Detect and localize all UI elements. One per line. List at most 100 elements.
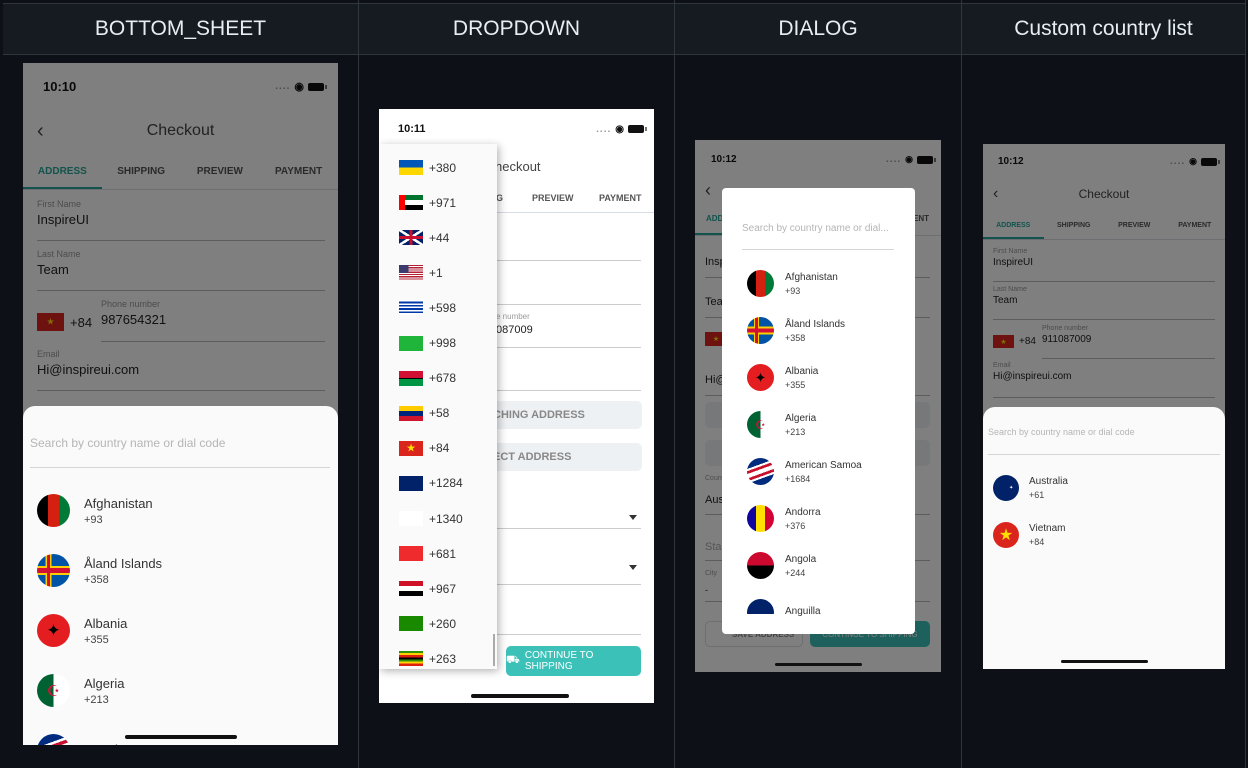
- dropdown-scrollbar[interactable]: [493, 634, 495, 666]
- country-name: Vietnam: [1029, 523, 1066, 534]
- country-list-item[interactable]: Angola +244: [722, 552, 915, 579]
- tab-shipping[interactable]: G: [496, 193, 503, 203]
- tab-payment[interactable]: PAYMENT: [599, 193, 642, 203]
- city-field[interactable]: [496, 595, 641, 635]
- tab-preview[interactable]: PREVIEW: [532, 193, 574, 203]
- country-name: Afghanistan: [785, 271, 838, 283]
- phone-bottom-sheet: 10:10 ....◉ ‹ Checkout ADDRESS SHIPPING …: [23, 63, 338, 745]
- country-dial-code: +376: [785, 520, 806, 531]
- angola-flag-icon: [747, 552, 774, 579]
- dial-code-menu-item[interactable]: +380: [379, 150, 497, 185]
- country-dial-code: +355: [84, 633, 109, 646]
- american-samoa-flag-icon: [747, 458, 774, 485]
- home-indicator: [1061, 660, 1148, 663]
- ukraine-flag-icon: [399, 160, 423, 175]
- country-name: Åland Islands: [84, 555, 163, 571]
- country-name: American Samoa: [84, 742, 184, 746]
- phone-dropdown: 10:11 .... ◉ heckout G PREVIEW PAYMENT e …: [379, 109, 654, 703]
- country-list-item[interactable]: ☪ Algeria +213: [722, 411, 915, 438]
- page-title: heckout: [495, 159, 541, 174]
- country-dial-code: +61: [1029, 490, 1045, 500]
- dial-code-menu-item[interactable]: ★ +84: [379, 431, 497, 466]
- country-list-item[interactable]: ✦ Albania +355: [23, 614, 338, 647]
- country-name: Åland Islands: [785, 318, 846, 330]
- signal-icon: ....: [596, 123, 612, 135]
- dial-code-menu-item[interactable]: +998: [379, 326, 497, 361]
- column-title: DROPDOWN: [359, 3, 674, 55]
- afghanistan-flag-icon: [37, 494, 70, 527]
- column-title: DIALOG: [675, 3, 961, 55]
- dial-code-menu-item[interactable]: +263: [379, 641, 497, 669]
- country-dial-code: +244: [785, 567, 806, 578]
- country-list-item[interactable]: Afghanistan +93: [23, 494, 338, 527]
- country-list-item[interactable]: ✦ Australia +61: [983, 475, 1225, 501]
- dial-code: +44: [429, 230, 450, 245]
- dial-code: +263: [429, 651, 457, 666]
- column-title: BOTTOM_SHEET: [3, 3, 358, 55]
- country-search-input[interactable]: Search by country name or dial...: [742, 223, 894, 250]
- country-dial-code: +355: [785, 379, 806, 390]
- dial-code-menu-item[interactable]: +1340: [379, 501, 497, 536]
- country-list-item[interactable]: Afghanistan +93: [722, 270, 915, 297]
- country-list-item[interactable]: ✦ Albania +355: [722, 364, 915, 391]
- dial-code-menu-item[interactable]: +58: [379, 396, 497, 431]
- country-search-input[interactable]: Search by country name or dial code: [988, 427, 1220, 455]
- uae-flag-icon: [399, 195, 423, 211]
- australia-flag-icon: ✦: [993, 475, 1019, 501]
- dial-code-menu-item[interactable]: +967: [379, 571, 497, 606]
- home-indicator: [125, 735, 237, 739]
- country-name: Angola: [785, 553, 817, 565]
- home-indicator: [471, 694, 569, 698]
- country-list-item[interactable]: ☪ Algeria +213: [23, 674, 338, 707]
- country-list-item[interactable]: Åland Islands +358: [23, 554, 338, 587]
- vanuatu-flag-icon: [399, 370, 423, 386]
- country-search-input[interactable]: Search by country name or dial code: [30, 436, 330, 468]
- country-list-item[interactable]: ★ Vietnam +84: [983, 522, 1225, 548]
- anguilla-flag-icon: [747, 599, 774, 626]
- dial-code-menu-item[interactable]: +1: [379, 255, 497, 290]
- country-dial-code: +84: [1029, 537, 1045, 547]
- dial-code-menu-item[interactable]: +260: [379, 606, 497, 641]
- wifi-icon: ◉: [615, 123, 624, 135]
- country-list-item[interactable]: Andorra +376: [722, 505, 915, 532]
- aland-islands-flag-icon: [747, 317, 774, 344]
- search-address-button[interactable]: CHING ADDRESS: [489, 401, 642, 429]
- usa-flag-icon: [399, 265, 423, 281]
- phone-field[interactable]: e number 087009: [496, 312, 641, 348]
- column-custom-country-list: Custom country list 10:12 ....◉ ‹ Checko…: [962, 0, 1246, 768]
- dial-code: +1: [429, 265, 443, 280]
- dial-code-menu-item[interactable]: +678: [379, 361, 497, 396]
- country-name: Anguilla: [785, 605, 821, 617]
- country-name: Albania: [84, 615, 128, 631]
- first-name-field[interactable]: [496, 229, 641, 261]
- dial-code-menu-item[interactable]: +44: [379, 220, 497, 255]
- dial-code: +380: [429, 160, 457, 175]
- uruguay-flag-icon: [399, 300, 423, 316]
- country-list-item[interactable]: Anguilla: [722, 599, 915, 626]
- dial-code-menu-item[interactable]: +1284: [379, 466, 497, 501]
- continue-to-shipping-button[interactable]: ⛟ CONTINUE TO SHIPPING: [506, 646, 641, 676]
- country-name: American Samoa: [785, 459, 862, 471]
- country-name: Algeria: [785, 412, 817, 424]
- andorra-flag-icon: [747, 505, 774, 532]
- country-dial-code: +93: [785, 285, 801, 296]
- dial-code: +1284: [429, 476, 463, 491]
- country-dial-code: +358: [84, 573, 109, 586]
- dial-code-menu-item[interactable]: +598: [379, 290, 497, 325]
- dial-code: +967: [429, 581, 457, 596]
- country-picker-dialog: Search by country name or dial... Afghan…: [722, 188, 915, 634]
- uk-flag-icon: [399, 230, 423, 246]
- home-indicator: [775, 663, 862, 666]
- country-list-item[interactable]: American Samoa +1684: [722, 458, 915, 485]
- country-field[interactable]: [496, 489, 641, 529]
- vietnam-flag-icon: ★: [399, 440, 423, 456]
- zimbabwe-flag-icon: [399, 651, 423, 667]
- email-field[interactable]: [496, 357, 641, 391]
- last-name-field[interactable]: [496, 272, 641, 305]
- dial-code-menu-item[interactable]: +681: [379, 536, 497, 571]
- select-address-button[interactable]: ECT ADDRESS: [489, 443, 642, 471]
- country-list-item[interactable]: Åland Islands +358: [722, 317, 915, 344]
- dial-code-menu-item[interactable]: +971: [379, 185, 497, 220]
- state-field[interactable]: [496, 539, 641, 585]
- country-name: Albania: [785, 365, 819, 377]
